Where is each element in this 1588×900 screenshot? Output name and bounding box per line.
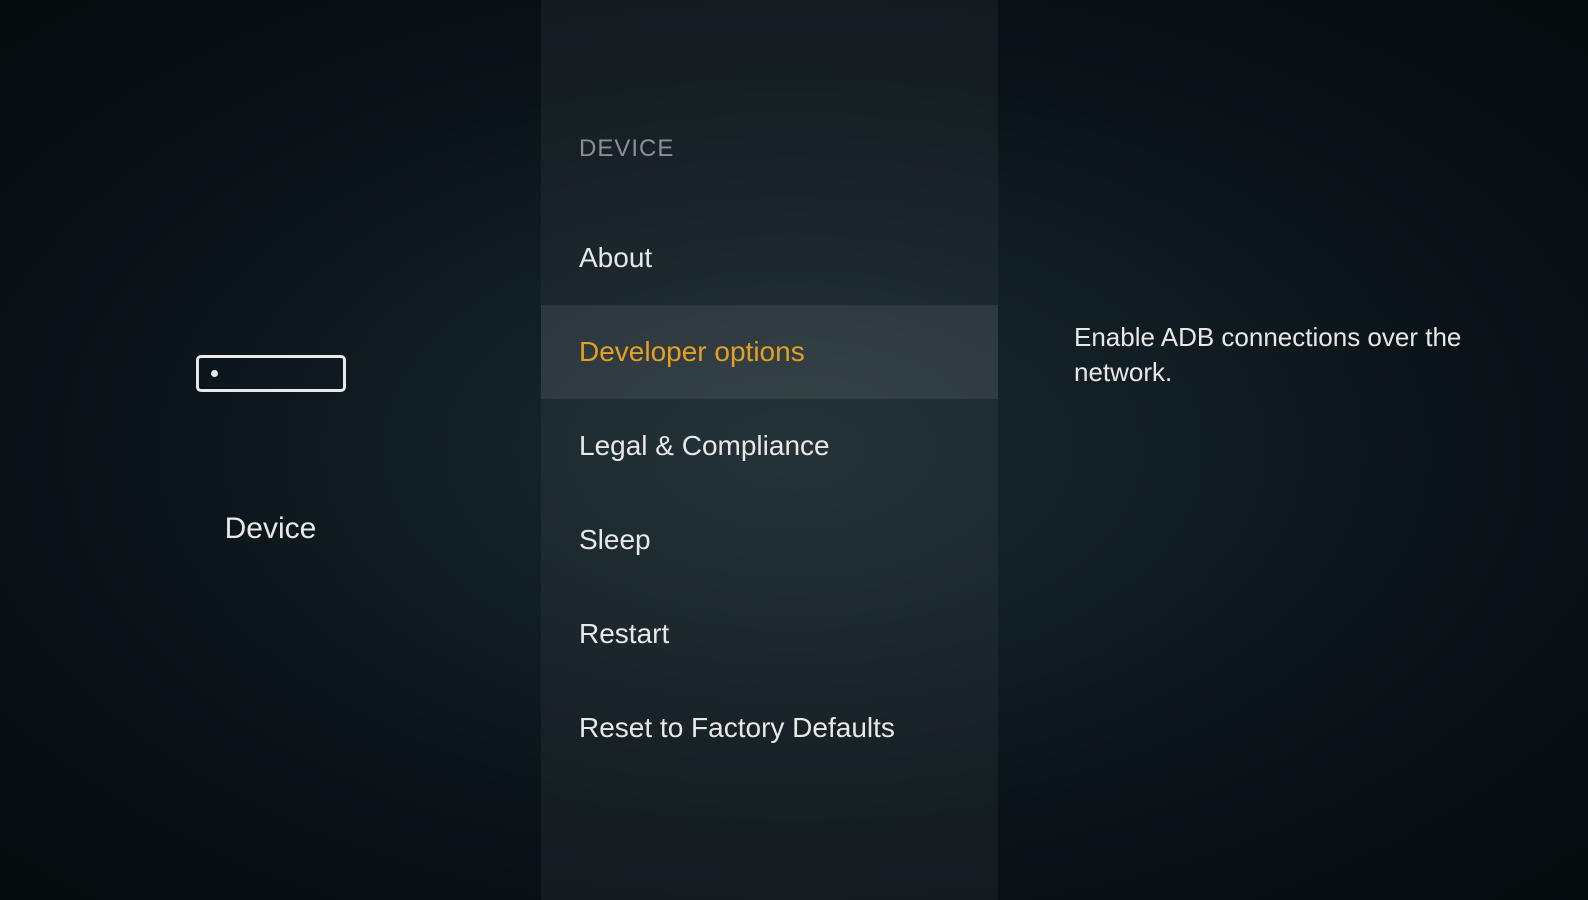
menu-item-sleep[interactable]: Sleep [541, 493, 998, 587]
firetv-device-icon [196, 355, 346, 392]
left-panel-title: Device [225, 512, 317, 546]
section-header: DEVICE [541, 135, 998, 163]
description-panel: Enable ADB connections over the network. [998, 0, 1588, 900]
menu-item-about[interactable]: About [541, 211, 998, 305]
left-panel: Device [0, 0, 541, 900]
item-description: Enable ADB connections over the network. [1074, 320, 1488, 390]
menu-item-restart[interactable]: Restart [541, 587, 998, 681]
settings-menu: DEVICE About Developer options Legal & C… [541, 0, 998, 900]
menu-item-developer-options[interactable]: Developer options [541, 305, 998, 399]
menu-item-reset-factory-defaults[interactable]: Reset to Factory Defaults [541, 681, 998, 775]
menu-item-legal-compliance[interactable]: Legal & Compliance [541, 399, 998, 493]
